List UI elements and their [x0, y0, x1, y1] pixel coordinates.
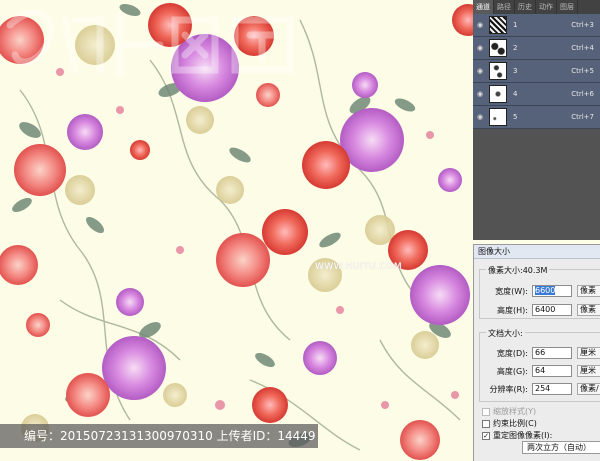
resample-checkbox[interactable]: ✓ 重定图像像素(I):	[482, 430, 552, 441]
floral-pattern-canvas[interactable]: WWW.HUITU.COM 编号：20150723131300970310 上传…	[0, 0, 473, 461]
resolution-unit-select[interactable]: 像素/	[577, 383, 600, 395]
width-unit-select[interactable]: 像素	[577, 285, 600, 297]
resample-label: 重定图像像素(I):	[493, 431, 553, 440]
eye-icon[interactable]: ◉	[473, 113, 487, 121]
tab-history[interactable]: 历史	[515, 0, 536, 14]
dialog-title: 图像大小	[474, 245, 600, 259]
channels-empty-area	[473, 129, 600, 240]
scale-styles-checkbox[interactable]: 缩放样式(Y)	[482, 406, 536, 417]
channel-shortcut: Ctrl+5	[571, 67, 594, 75]
channel-row[interactable]: ◉ 1 Ctrl+3	[473, 14, 600, 37]
tab-actions[interactable]: 动作	[536, 0, 557, 14]
screen: WWW.HUITU.COM 编号：20150723131300970310 上传…	[0, 0, 600, 461]
watermark-url: WWW.HUITU.COM	[315, 262, 403, 272]
channel-name: 1	[513, 21, 518, 29]
document-size-label: 文档大小:	[486, 328, 525, 339]
scale-styles-label: 缩放样式(Y)	[493, 407, 537, 416]
uploader-label: 上传者ID	[216, 429, 266, 443]
channel-thumbnail	[489, 39, 507, 57]
channels-panel: 通道 路径 历史 动作 图层 ◉ 1 Ctrl+3 ◉ 2 Ctrl+4 ◉ 3…	[473, 0, 600, 240]
panel-tabs: 通道 路径 历史 动作 图层	[473, 0, 600, 14]
tab-channels[interactable]: 通道	[473, 0, 494, 14]
doc-height-unit-select[interactable]: 厘米	[577, 365, 600, 377]
width-input[interactable]: 6600	[532, 285, 572, 297]
doc-height-label: 高度(G):	[496, 367, 528, 376]
constrain-proportions-label: 约束比例(C)	[493, 419, 537, 428]
doc-width-unit-select[interactable]: 厘米	[577, 347, 600, 359]
channel-row[interactable]: ◉ 3 Ctrl+5	[473, 60, 600, 83]
eye-icon[interactable]: ◉	[473, 90, 487, 98]
channel-name: 3	[513, 67, 518, 75]
image-id: 20150723131300970310	[60, 429, 213, 443]
channel-thumbnail	[489, 62, 507, 80]
height-input[interactable]: 6400	[532, 304, 572, 316]
channel-shortcut: Ctrl+4	[571, 44, 594, 52]
checkbox-box	[482, 407, 490, 416]
channel-row[interactable]: ◉ 2 Ctrl+4	[473, 37, 600, 60]
doc-width-input[interactable]: 66	[532, 347, 572, 359]
width-label: 宽度(W):	[495, 287, 528, 296]
pixel-dimensions-label: 像素大小:40.3M	[486, 265, 550, 276]
checkmark-icon: ✓	[482, 431, 490, 440]
resolution-label: 分辨率(R):	[489, 385, 529, 394]
channel-shortcut: Ctrl+6	[571, 90, 594, 98]
width-value: 6600	[535, 286, 556, 295]
eye-icon[interactable]: ◉	[473, 44, 487, 52]
image-size-dialog: 图像大小 像素大小:40.3M 宽度(W): 6600 像素 高度(H): 64…	[473, 244, 600, 461]
id-label: 编号	[24, 429, 49, 443]
channel-thumbnail	[489, 108, 507, 126]
floral-artwork	[0, 0, 473, 461]
channel-name: 5	[513, 113, 518, 121]
channel-shortcut: Ctrl+3	[571, 21, 594, 29]
channel-shortcut: Ctrl+7	[571, 113, 594, 121]
uploader-id: 14449	[277, 429, 316, 443]
channel-name: 4	[513, 90, 518, 98]
doc-height-input[interactable]: 64	[532, 365, 572, 377]
height-label: 高度(H):	[497, 306, 528, 315]
height-unit-select[interactable]: 像素	[577, 304, 600, 316]
channel-row[interactable]: ◉ 4 Ctrl+6	[473, 83, 600, 106]
resolution-input[interactable]: 254	[532, 383, 572, 395]
doc-width-label: 宽度(D):	[496, 349, 528, 358]
channel-thumbnail	[489, 85, 507, 103]
checkbox-box	[482, 419, 490, 428]
channel-thumbnail	[489, 16, 507, 34]
channel-row[interactable]: ◉ 5 Ctrl+7	[473, 106, 600, 129]
tab-layers[interactable]: 图层	[557, 0, 578, 14]
eye-icon[interactable]: ◉	[473, 21, 487, 29]
tab-paths[interactable]: 路径	[494, 0, 515, 14]
eye-icon[interactable]: ◉	[473, 67, 487, 75]
image-info-bar: 编号：20150723131300970310 上传者ID：14449	[0, 424, 318, 448]
channel-name: 2	[513, 44, 518, 52]
resample-method-select[interactable]: 两次立方（自动）	[522, 441, 600, 454]
constrain-proportions-checkbox[interactable]: 约束比例(C)	[482, 418, 537, 429]
